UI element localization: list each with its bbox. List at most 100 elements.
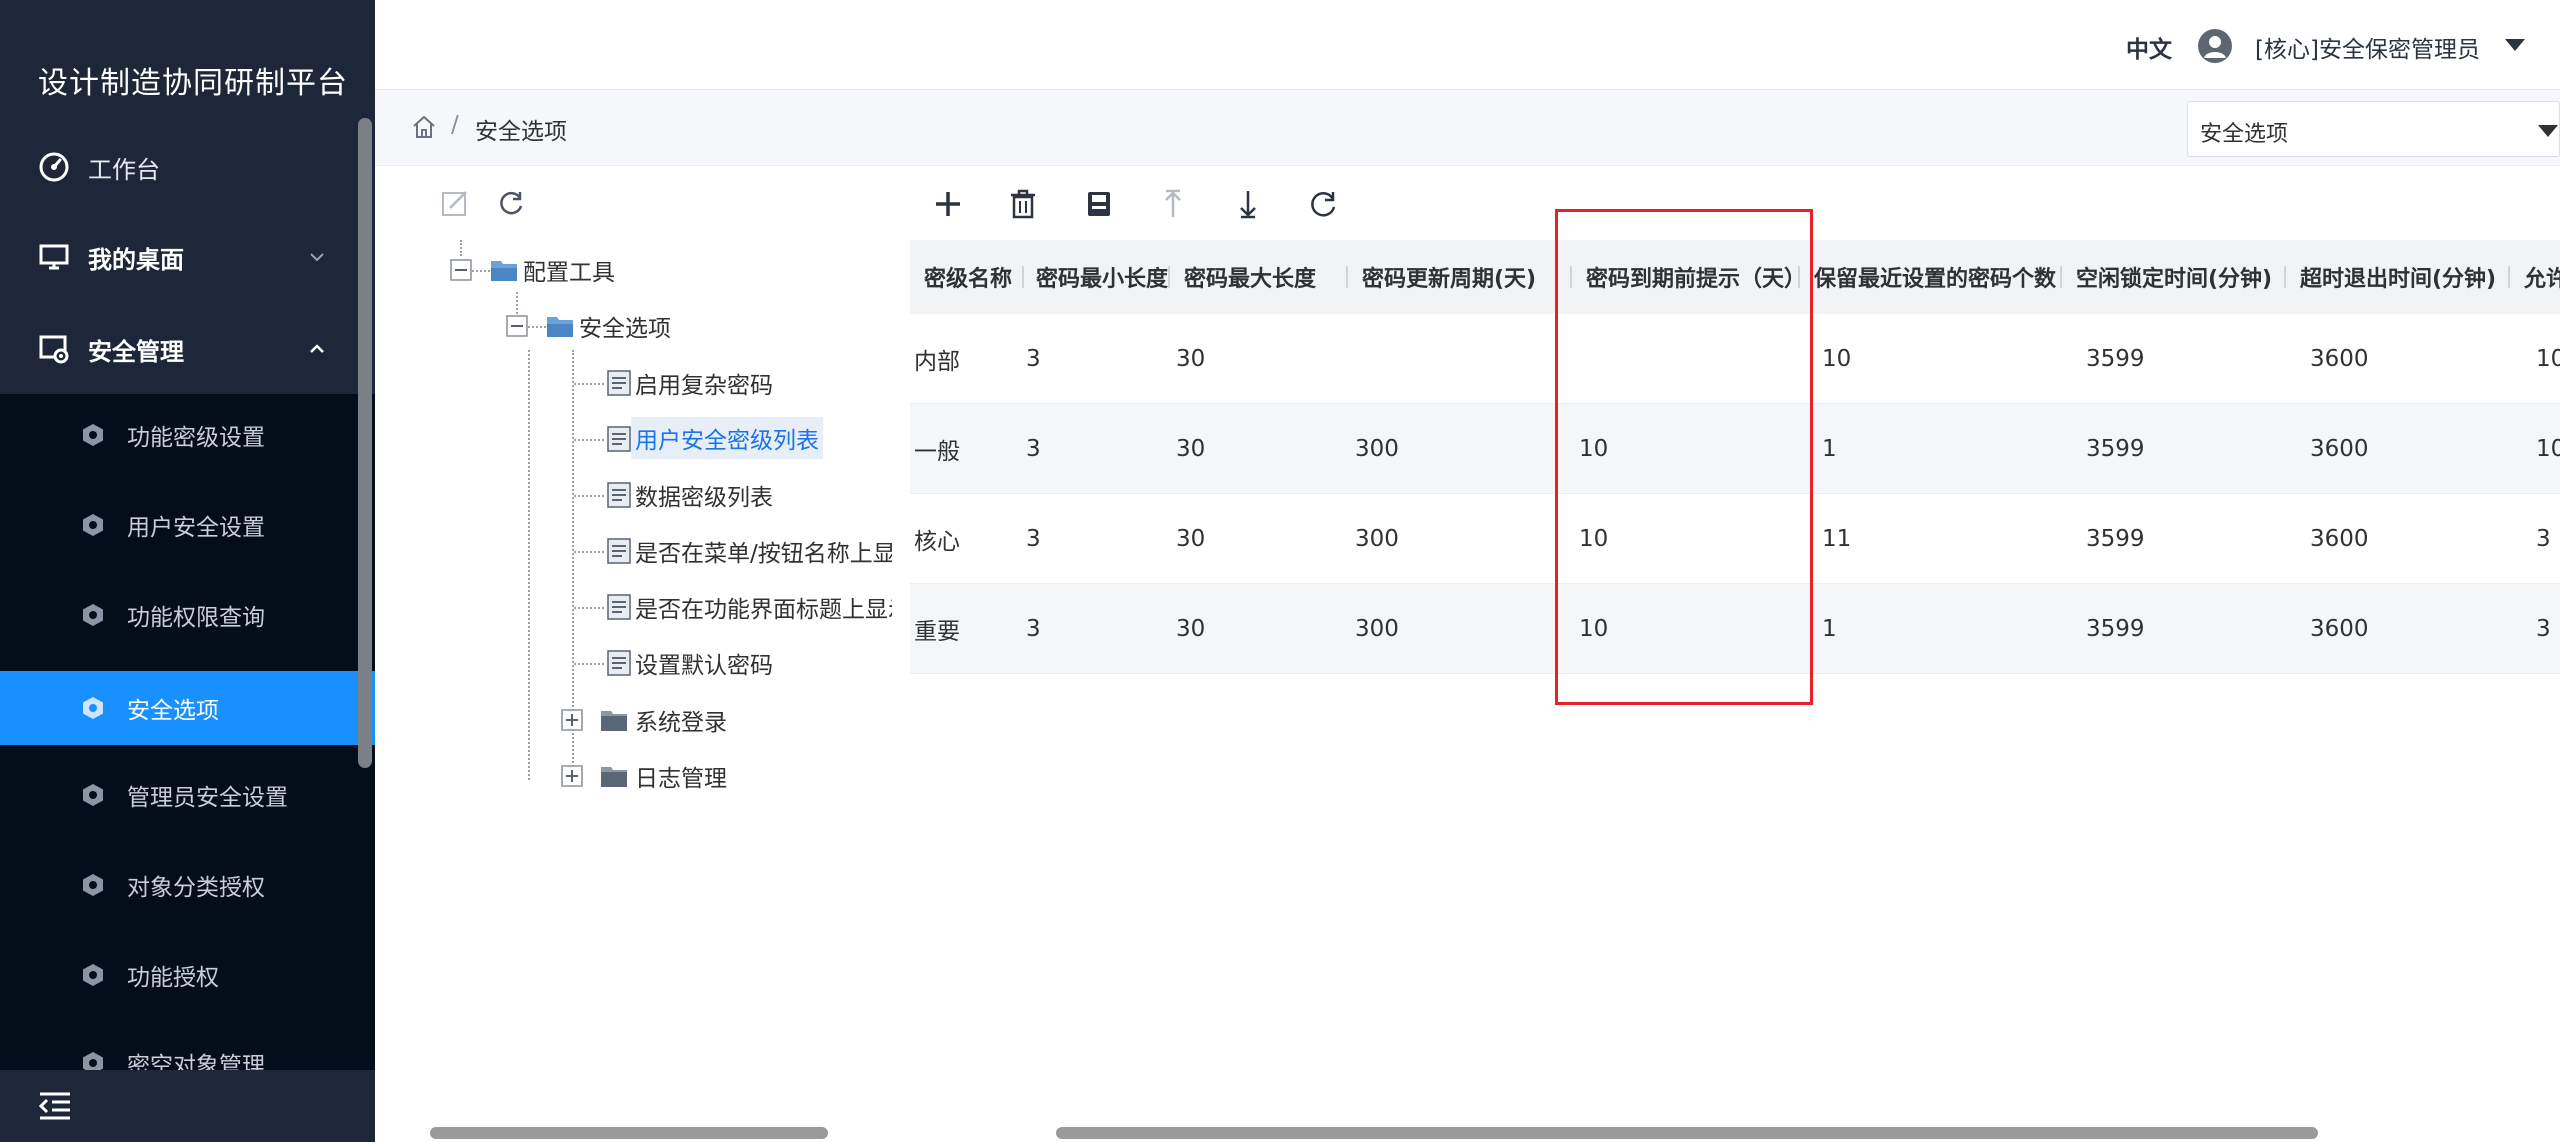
tree-connector [574,495,604,497]
delete-icon[interactable] [1006,187,1040,221]
sidebar-item-security-management[interactable]: 安全管理 [0,304,375,394]
sidebar-item-permission-query[interactable]: 功能权限查询 [0,578,375,652]
expand-toggle-icon[interactable] [561,709,583,731]
tree-node-default-password[interactable]: 设置默认密码 [635,643,773,683]
table-cell: 1 [1822,616,1837,642]
table-cell: 1 [1822,436,1837,462]
app-title: 设计制造协同研制平台 [38,66,348,101]
cube-icon [83,514,103,536]
refresh-icon[interactable] [1306,187,1340,221]
collapse-toggle-icon[interactable] [450,259,472,281]
tree-node-menu-level-display[interactable]: 是否在菜单/按钮名称上显示密级 [635,531,892,571]
table-cell: 3 [1026,346,1041,372]
table-cell [1355,314,1555,404]
move-down-icon[interactable] [1231,187,1265,221]
breadcrumb-separator: / [451,112,459,138]
document-icon [607,538,631,564]
tree-node-label: 日志管理 [635,766,727,792]
folder-closed-icon [601,711,627,731]
table-cell: 30 [1176,526,1206,552]
tree-node-label: 安全选项 [579,316,671,342]
caret-down-icon[interactable] [2504,38,2526,52]
sidebar-item-label: 安全选项 [127,698,219,724]
column-header[interactable]: 保留最近设置的密码个数 [1800,240,2060,314]
table-cell: 30 [1176,616,1206,642]
cube-icon [83,964,103,986]
caret-down-icon [2538,125,2558,137]
refresh-icon[interactable] [496,188,526,218]
document-icon [607,482,631,508]
tree-node-user-security-levels[interactable]: 用户安全密级列表 [631,417,823,459]
sidebar-scrollbar[interactable] [358,118,372,768]
table-cell: 3 [2536,616,2551,642]
grid-horizontal-scrollbar[interactable] [1056,1127,2318,1139]
tree-node-system-login[interactable]: 系统登录 [635,700,727,740]
tree-node-label: 设置默认密码 [635,653,773,679]
tree-node-log-management[interactable]: 日志管理 [635,756,727,796]
avatar-icon[interactable] [2197,28,2233,64]
sidebar-item-function-authorization[interactable]: 功能授权 [0,938,375,1012]
column-header[interactable]: 密码最大长度 [1170,240,1346,314]
tree-node-label: 启用复杂密码 [635,373,773,399]
column-header[interactable]: 超时退出时间(分钟) [2286,240,2508,314]
sidebar-item-my-desktop[interactable]: 我的桌面 [0,212,375,302]
tree-node-data-security-levels[interactable]: 数据密级列表 [635,475,773,515]
sidebar-item-user-security[interactable]: 用户安全设置 [0,488,375,562]
tree-node-label: 用户安全密级列表 [631,417,823,459]
monitor-icon [39,244,69,270]
table-cell: 3600 [2310,616,2369,642]
column-header[interactable]: 空闲锁定时间(分钟) [2062,240,2284,314]
language-switch[interactable]: 中文 [2126,30,2172,64]
column-header[interactable]: 密码更新周期(天) [1348,240,1570,314]
user-name[interactable]: [核心]安全保密管理员 [2255,30,2480,64]
table-cell: 3 [1026,616,1041,642]
add-icon[interactable] [931,187,965,221]
page-select[interactable]: 安全选项 [2187,101,2560,157]
column-header[interactable]: 允许错误次数 [2510,240,2560,314]
sidebar-item-workbench[interactable]: 工作台 [0,122,375,212]
table-cell: 内部 [914,349,960,375]
table-cell: 3600 [2310,436,2369,462]
table-cell: 300 [1355,526,1399,552]
sidebar-item-function-classification[interactable]: 功能密级设置 [0,398,375,472]
table-cell: 10 [2536,436,2560,462]
menu-collapse-icon[interactable] [38,1090,72,1122]
tree-node-title-level-display[interactable]: 是否在功能界面标题上显示密级 [635,587,892,627]
sidebar-item-label: 功能密级设置 [127,425,265,451]
sidebar-item-label: 我的桌面 [88,245,184,274]
save-icon[interactable] [1082,187,1116,221]
move-up-icon[interactable] [1156,187,1190,221]
edit-icon[interactable] [440,188,470,218]
table-cell: 300 [1355,616,1399,642]
table-cell: 300 [1355,436,1399,462]
cube-icon [83,424,103,446]
sidebar-item-object-authorization[interactable]: 对象分类授权 [0,848,375,922]
tree-horizontal-scrollbar[interactable] [430,1127,828,1139]
table-cell: 3599 [2086,346,2145,372]
tree-node-label: 系统登录 [635,710,727,736]
table-cell: 重要 [914,619,960,645]
sidebar-item-label: 安全管理 [88,337,184,366]
table-cell: 3600 [2310,346,2369,372]
tree-node-complex-password[interactable]: 启用复杂密码 [635,363,773,403]
tree-node-config-tools[interactable]: 配置工具 [523,250,615,290]
tree-node-security-options[interactable]: 安全选项 [579,306,671,346]
sidebar-item-label: 对象分类授权 [127,875,265,901]
table-cell: 3 [2536,526,2551,552]
tree-node-label: 数据密级列表 [635,485,773,511]
table-cell: 一般 [914,439,960,465]
tree-connector [574,551,604,553]
sidebar-item-security-options[interactable]: 安全选项 [0,671,375,745]
sidebar-item-label: 功能授权 [127,965,219,991]
home-icon[interactable] [411,114,437,140]
page-select-value: 安全选项 [2200,122,2289,147]
table-cell: 30 [1176,346,1206,372]
security-submenu: 功能密级设置 用户安全设置 功能权限查询 安全选项 管理员安全设置 对象分类授权… [0,394,375,1079]
column-header[interactable]: 密级名称 [910,240,1022,314]
sidebar-item-admin-security[interactable]: 管理员安全设置 [0,758,375,832]
column-header[interactable]: 密码最小长度 [1022,240,1168,314]
collapse-toggle-icon[interactable] [506,315,528,337]
tree-connector [528,350,530,780]
highlight-annotation [1555,209,1813,705]
expand-toggle-icon[interactable] [561,765,583,787]
